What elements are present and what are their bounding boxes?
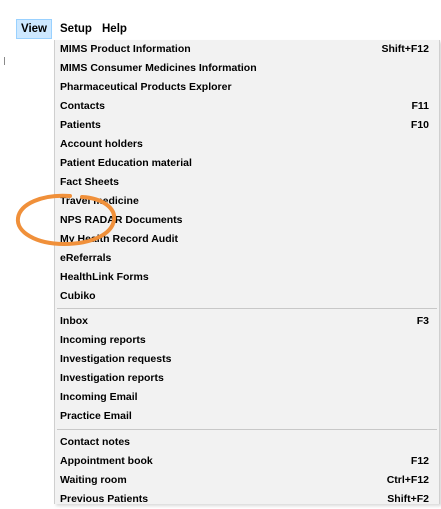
- menu-item-label: Waiting room: [60, 474, 127, 486]
- menu-item-inbox[interactable]: Inbox F3: [55, 312, 439, 331]
- menu-item-label: Inbox: [60, 315, 88, 327]
- menu-item-label: HealthLink Forms: [60, 271, 149, 283]
- menu-item-shortcut: Shift+F12: [381, 43, 429, 55]
- menu-item-label: Contacts: [60, 100, 105, 112]
- menu-item-healthlink-forms[interactable]: HealthLink Forms: [55, 268, 439, 287]
- menu-item-practice-email[interactable]: Practice Email: [55, 407, 439, 426]
- menu-item-label: Account holders: [60, 138, 143, 150]
- menu-item-shortcut: F3: [416, 315, 429, 327]
- menu-item-label: eReferrals: [60, 252, 112, 264]
- menu-item-nps-radar-documents[interactable]: NPS RADAR Documents: [55, 211, 439, 230]
- menu-item-label: Patients: [60, 119, 101, 131]
- window-edge-mark: [4, 57, 5, 65]
- menu-item-previous-patients[interactable]: Previous Patients Shift+F2: [55, 490, 439, 509]
- menu-item-label: Investigation requests: [60, 353, 172, 365]
- menu-item-label: Contact notes: [60, 436, 131, 448]
- menu-item-shortcut: Ctrl+F12: [386, 474, 429, 486]
- menu-item-incoming-email[interactable]: Incoming Email: [55, 388, 439, 407]
- menu-help[interactable]: Help: [98, 20, 131, 38]
- menu-item-patients[interactable]: Patients F10: [55, 116, 439, 135]
- menu-item-label: Previous Patients: [60, 493, 149, 505]
- menu-item-waiting-room[interactable]: Waiting room Ctrl+F12: [55, 471, 439, 490]
- menu-item-appointment-book[interactable]: Appointment book F12: [55, 452, 439, 471]
- menu-item-ereferrals[interactable]: eReferrals: [55, 249, 439, 268]
- menu-item-investigation-requests[interactable]: Investigation requests: [55, 350, 439, 369]
- menu-item-label: Investigation reports: [60, 372, 164, 384]
- menu-item-label: MIMS Product Information: [60, 43, 191, 55]
- menu-bar: View Setup Help: [0, 18, 441, 40]
- menu-item-mims-product-information[interactable]: MIMS Product Information Shift+F12: [55, 40, 439, 59]
- menu-item-label: Cubiko: [60, 290, 96, 302]
- menu-item-label: MIMS Consumer Medicines Information: [60, 62, 257, 74]
- menu-separator: [57, 429, 437, 430]
- menu-setup[interactable]: Setup: [56, 20, 96, 38]
- menu-item-shortcut: F10: [410, 119, 429, 131]
- menu-item-label: Appointment book: [60, 455, 153, 467]
- menu-item-shortcut: F12: [410, 455, 429, 467]
- menu-item-label: Incoming Email: [60, 391, 138, 403]
- menu-item-label: Fact Sheets: [60, 176, 119, 188]
- menu-item-label: My Health Record Audit: [60, 233, 179, 245]
- menu-item-shortcut: Shift+F2: [387, 493, 429, 505]
- menu-item-label: Pharmaceutical Products Explorer: [60, 81, 232, 93]
- menu-item-mims-consumer-medicines-information[interactable]: MIMS Consumer Medicines Information: [55, 59, 439, 78]
- menu-item-shortcut: F11: [411, 100, 429, 112]
- menu-item-label: Incoming reports: [60, 334, 146, 346]
- menu-item-label: Patient Education material: [60, 157, 192, 169]
- view-dropdown-menu: MIMS Product Information Shift+F12 MIMS …: [54, 40, 440, 505]
- menu-item-label: Practice Email: [60, 410, 132, 422]
- menu-item-contact-notes[interactable]: Contact notes: [55, 433, 439, 452]
- menu-item-pharmaceutical-products-explorer[interactable]: Pharmaceutical Products Explorer: [55, 78, 439, 97]
- menu-item-contacts[interactable]: Contacts F11: [55, 97, 439, 116]
- menu-item-label: NPS RADAR Documents: [60, 214, 183, 226]
- menu-separator: [57, 308, 437, 309]
- menu-item-investigation-reports[interactable]: Investigation reports: [55, 369, 439, 388]
- menu-item-cubiko[interactable]: Cubiko: [55, 287, 439, 306]
- menu-item-account-holders[interactable]: Account holders: [55, 135, 439, 154]
- menu-item-my-health-record-audit[interactable]: My Health Record Audit: [55, 230, 439, 249]
- menu-item-incoming-reports[interactable]: Incoming reports: [55, 331, 439, 350]
- menu-item-patient-education-material[interactable]: Patient Education material: [55, 154, 439, 173]
- menu-item-travel-medicine[interactable]: Travel medicine: [55, 192, 439, 211]
- menu-item-fact-sheets[interactable]: Fact Sheets: [55, 173, 439, 192]
- menu-item-label: Travel medicine: [60, 195, 139, 207]
- menu-view[interactable]: View: [16, 19, 52, 39]
